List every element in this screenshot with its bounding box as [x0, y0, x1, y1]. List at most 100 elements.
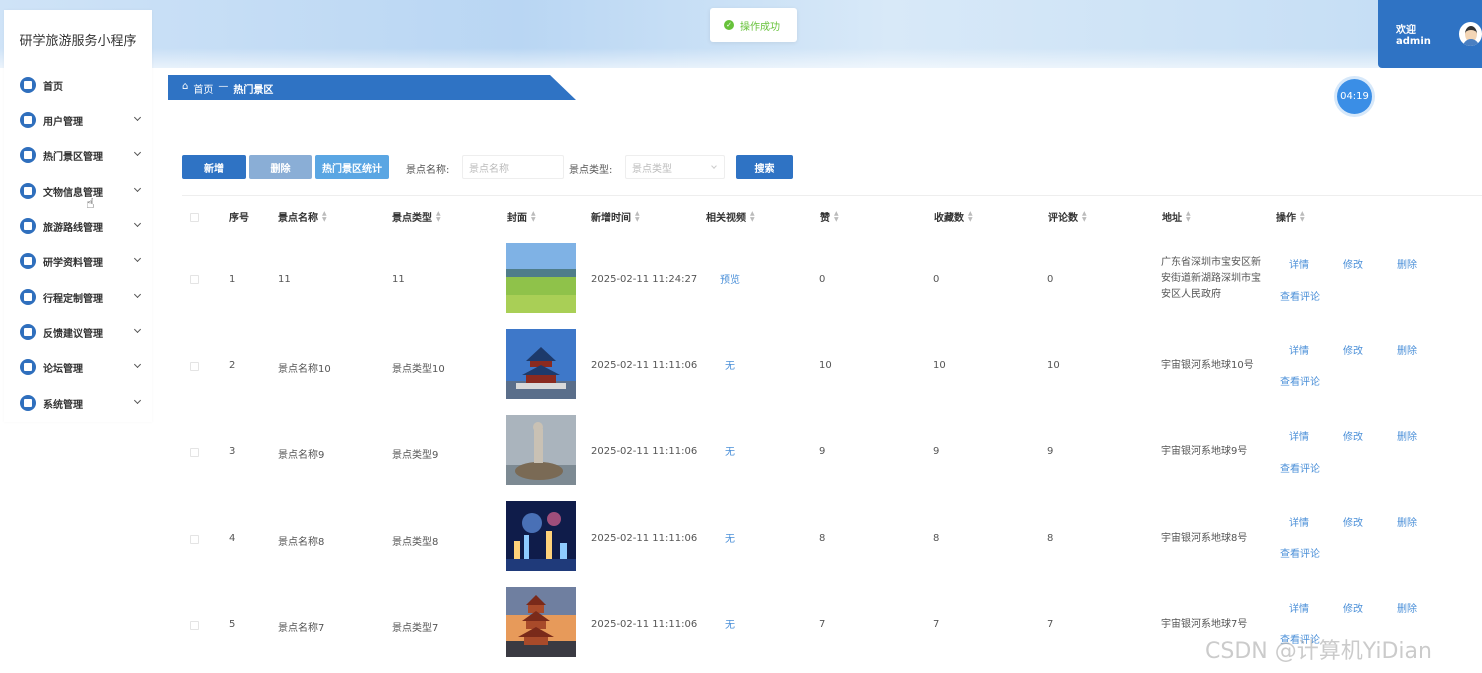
- edit-button[interactable]: 修改: [1343, 256, 1363, 271]
- sidebar-item-feedback[interactable]: 反馈建议管理: [4, 319, 152, 345]
- sidebar-item-forum[interactable]: 论坛管理: [4, 354, 152, 380]
- row-video-link[interactable]: 预览: [720, 271, 740, 286]
- sort-icon: ▲ ▼: [436, 209, 441, 223]
- delete-row-button[interactable]: 删除: [1397, 256, 1417, 271]
- sidebar-item-materials[interactable]: 研学资料管理: [4, 248, 152, 274]
- sort-icon: ▲ ▼: [834, 209, 839, 223]
- cover-image-statue[interactable]: [506, 415, 576, 485]
- row-comments: 8: [1047, 533, 1054, 544]
- row-checkbox[interactable]: [190, 621, 199, 630]
- add-button[interactable]: 新增: [182, 155, 246, 179]
- sort-icon: ▲ ▼: [968, 209, 973, 223]
- row-checkbox[interactable]: [190, 362, 199, 371]
- name-label: 景点名称:: [406, 165, 450, 176]
- row-checkbox[interactable]: [190, 448, 199, 457]
- row-type: 景点类型8: [392, 537, 439, 548]
- detail-button[interactable]: 详情: [1289, 428, 1309, 443]
- row-time: 2025-02-11 11:24:27: [591, 274, 698, 285]
- cover-image-night-city[interactable]: [506, 501, 576, 571]
- sidebar-item-label: 首页: [43, 81, 63, 93]
- cover-image-pagoda[interactable]: [506, 587, 576, 657]
- row-video: 无: [725, 447, 735, 458]
- sidebar-item-itinerary[interactable]: 行程定制管理: [4, 284, 152, 310]
- stats-button[interactable]: 热门景区统计: [315, 155, 389, 179]
- edit-button[interactable]: 修改: [1343, 342, 1363, 357]
- header-video[interactable]: 相关视频 ▲ ▼: [706, 209, 755, 224]
- sidebar: 研学旅游服务小程序 首页 用户管理 热门景区管理 文物信息管理 旅游路线管理 研…: [4, 10, 152, 422]
- user-menu[interactable]: 欢迎 admin: [1378, 0, 1482, 68]
- sidebar-item-routes[interactable]: 旅游路线管理: [4, 213, 152, 239]
- header-time[interactable]: 新增时间 ▲ ▼: [591, 209, 640, 224]
- delete-button[interactable]: 删除: [249, 155, 312, 179]
- detail-button[interactable]: 详情: [1289, 342, 1309, 357]
- type-select[interactable]: 景点类型: [625, 155, 725, 179]
- chevron-down-icon: [133, 113, 142, 122]
- sidebar-item-users[interactable]: 用户管理: [4, 107, 152, 133]
- row-time: 2025-02-11 11:11:06: [591, 619, 698, 630]
- row-checkbox[interactable]: [190, 535, 199, 544]
- sort-icon: ▲ ▼: [531, 209, 536, 223]
- breadcrumb-home[interactable]: 首页: [193, 81, 213, 96]
- header-cover[interactable]: 封面 ▲ ▼: [507, 209, 536, 224]
- watermark: CSDN @计算机YiDian: [1205, 639, 1432, 664]
- row-name: 景点名称7: [278, 623, 325, 634]
- square-icon: [20, 218, 36, 234]
- sidebar-item-system[interactable]: 系统管理: [4, 390, 152, 416]
- view-comments-button[interactable]: 查看评论: [1280, 373, 1320, 388]
- search-button[interactable]: 搜索: [736, 155, 793, 179]
- header-type[interactable]: 景点类型 ▲ ▼: [392, 209, 441, 224]
- header-actions[interactable]: 操作 ▲ ▼: [1276, 209, 1305, 224]
- row-comments: 7: [1047, 619, 1054, 630]
- delete-row-button[interactable]: 删除: [1397, 428, 1417, 443]
- name-search-input[interactable]: 景点名称: [462, 155, 564, 179]
- detail-button[interactable]: 详情: [1289, 514, 1309, 529]
- sort-icon: ▲ ▼: [322, 209, 327, 223]
- header-comments[interactable]: 评论数 ▲ ▼: [1048, 209, 1087, 224]
- header-favorites[interactable]: 收藏数 ▲ ▼: [934, 209, 973, 224]
- square-icon: [20, 183, 36, 199]
- select-all-checkbox[interactable]: [190, 213, 199, 222]
- detail-button[interactable]: 详情: [1289, 256, 1309, 271]
- breadcrumb-separator: —: [218, 81, 229, 92]
- sidebar-item-label: 行程定制管理: [43, 293, 103, 305]
- view-comments-button[interactable]: 查看评论: [1280, 545, 1320, 560]
- row-comments: 9: [1047, 446, 1054, 457]
- cover-image-grassland[interactable]: [506, 243, 576, 313]
- sort-icon: ▲ ▼: [750, 209, 755, 223]
- detail-button[interactable]: 详情: [1289, 600, 1309, 615]
- sidebar-item-home[interactable]: 首页: [4, 72, 152, 98]
- square-icon: [20, 359, 36, 375]
- folder-icon: [20, 324, 36, 340]
- sidebar-item-scenic[interactable]: 热门景区管理: [4, 142, 152, 168]
- chevron-down-icon: [133, 360, 142, 369]
- delete-row-button[interactable]: 删除: [1397, 514, 1417, 529]
- header-name[interactable]: 景点名称 ▲ ▼: [278, 209, 327, 224]
- cover-image-temple[interactable]: [506, 329, 576, 399]
- edit-button[interactable]: 修改: [1343, 514, 1363, 529]
- row-address: 宇宙银河系地球9号: [1161, 446, 1248, 457]
- view-comments-button[interactable]: 查看评论: [1280, 288, 1320, 303]
- toast-message: 操作成功: [740, 21, 780, 33]
- view-comments-button[interactable]: 查看评论: [1280, 460, 1320, 475]
- type-label: 景点类型:: [569, 165, 613, 176]
- row-checkbox[interactable]: [190, 275, 199, 284]
- chevron-down-icon: [711, 163, 717, 169]
- check-circle-icon: ✓: [724, 20, 734, 30]
- header-address[interactable]: 地址 ▲ ▼: [1162, 209, 1191, 224]
- sort-icon: ▲ ▼: [1300, 209, 1305, 223]
- edit-button[interactable]: 修改: [1343, 428, 1363, 443]
- edit-button[interactable]: 修改: [1343, 600, 1363, 615]
- delete-row-button[interactable]: 删除: [1397, 342, 1417, 357]
- chevron-down-icon: [133, 184, 142, 193]
- type-placeholder: 景点类型: [632, 163, 672, 175]
- row-index: 4: [229, 533, 236, 544]
- header-likes[interactable]: 赞 ▲ ▼: [820, 209, 839, 224]
- home-icon: [20, 77, 36, 93]
- delete-row-button[interactable]: 删除: [1397, 600, 1417, 615]
- avatar[interactable]: [1458, 22, 1482, 46]
- user-icon: [20, 112, 36, 128]
- row-index: 1: [229, 274, 236, 285]
- sidebar-item-relics[interactable]: 文物信息管理: [4, 178, 152, 204]
- square-icon: [20, 147, 36, 163]
- row-index: 2: [229, 360, 236, 371]
